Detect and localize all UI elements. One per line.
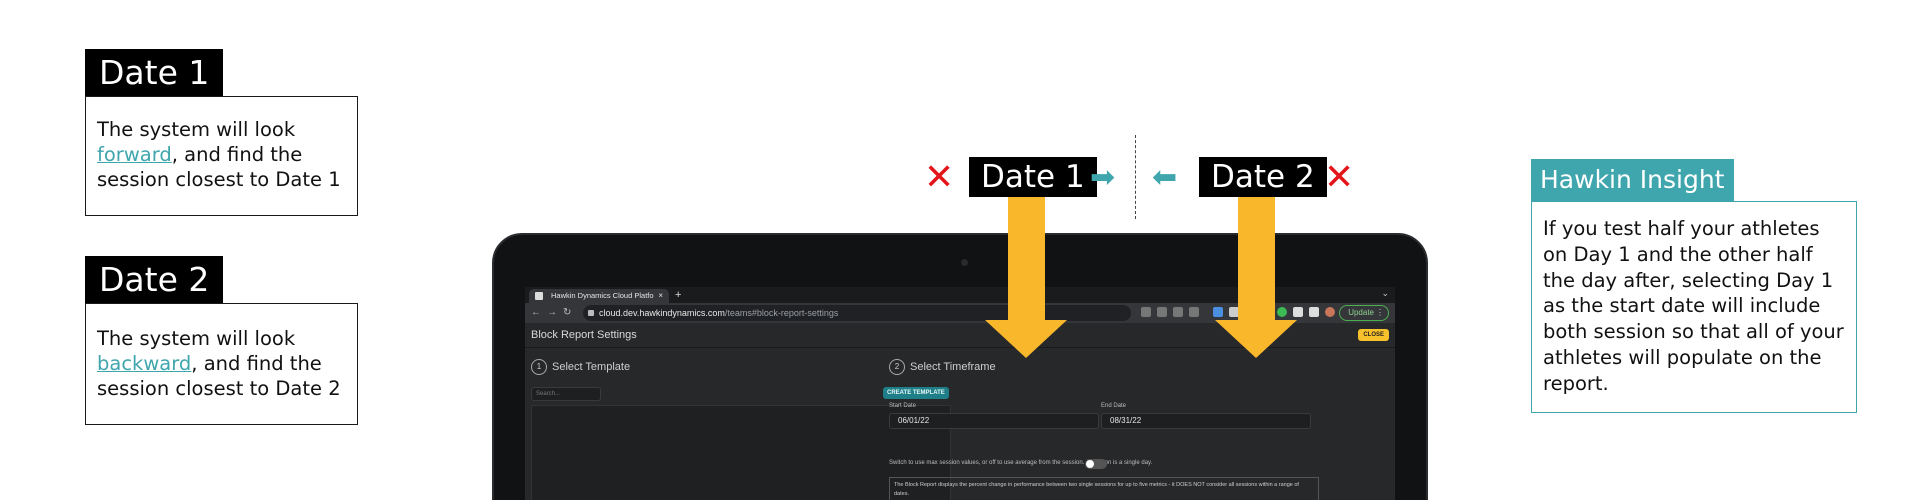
sidebar-icon[interactable] xyxy=(1309,307,1319,317)
max-session-toggle[interactable] xyxy=(1085,459,1107,469)
arrow-right-icon: ➡ xyxy=(1090,161,1116,194)
start-date-label: Start Date xyxy=(889,403,917,409)
step1-number: 1 xyxy=(531,359,547,376)
step-select-timeframe: 2 Select Timeframe xyxy=(889,359,996,376)
chevron-down-icon[interactable]: ⌄ xyxy=(1381,288,1389,299)
profile-avatar[interactable] xyxy=(1325,307,1335,317)
date1-arrow-head xyxy=(985,320,1067,358)
key-icon[interactable] xyxy=(1141,307,1151,317)
back-icon[interactable]: ← xyxy=(531,305,541,321)
close-button[interactable]: CLOSE xyxy=(1358,329,1389,341)
url-host: cloud.dev.hawkindynamics.com xyxy=(599,308,725,318)
backward-link[interactable]: backward xyxy=(97,352,191,375)
webcam-icon xyxy=(961,259,968,266)
search-input[interactable]: Search... xyxy=(531,387,601,401)
forward-link[interactable]: forward xyxy=(97,143,172,166)
date1-arrow-shaft xyxy=(1008,197,1045,322)
arrow-left-icon: ⬅ xyxy=(1152,161,1178,194)
star-icon[interactable] xyxy=(1189,307,1199,317)
page-title: Block Report Settings xyxy=(531,329,637,341)
step-select-template: 1 Select Template xyxy=(531,359,631,376)
timeline-date2-tag: Date 2 xyxy=(1199,157,1327,197)
toggle-knob xyxy=(1086,460,1094,468)
date2-tag: Date 2 xyxy=(85,256,224,303)
timeline-date1-tag: Date 1 xyxy=(969,157,1097,197)
create-template-button[interactable]: CREATE TEMPLATE xyxy=(883,387,949,399)
hawkin-favicon-icon xyxy=(535,292,543,300)
browser-tab[interactable]: Hawkin Dynamics Cloud Platfo × xyxy=(529,289,669,303)
date2-arrow-shaft xyxy=(1238,197,1275,322)
tab-close-icon[interactable]: × xyxy=(658,289,663,303)
end-date-label: End Date xyxy=(1101,403,1127,409)
date2-explanation: The system will look backward, and find … xyxy=(85,303,358,425)
new-tab-icon[interactable]: + xyxy=(675,288,681,302)
timeline-divider xyxy=(1135,135,1136,219)
zoom-icon[interactable] xyxy=(1157,307,1167,317)
start-date-field[interactable]: 06/01/22 xyxy=(889,413,1099,429)
date1-pointer-arrow xyxy=(985,197,1075,358)
date1-tag: Date 1 xyxy=(85,49,224,96)
insight-title: Hawkin Insight xyxy=(1531,159,1734,201)
url-path: /teams#block-report-settings xyxy=(724,308,839,318)
block-report-description: The Block Report displays the percent ch… xyxy=(889,477,1319,500)
step1-label: Select Template xyxy=(552,361,631,373)
switch-description: Switch to use max session values, or off… xyxy=(889,460,1153,466)
date2-arrow-head xyxy=(1215,320,1297,358)
x-mark-icon-left: ✕ xyxy=(924,157,955,198)
step2-label: Select Timeframe xyxy=(910,361,996,373)
insight-body: If you test half your athletes on Day 1 … xyxy=(1531,201,1857,413)
tutorial-slide: Date 1 The system will look forward, and… xyxy=(0,0,1920,500)
template-list-panel xyxy=(531,405,951,500)
update-button[interactable]: Update ⋮ xyxy=(1339,305,1389,321)
date2-pointer-arrow xyxy=(1215,197,1305,358)
date2-text-before: The system will look xyxy=(97,327,296,350)
update-label: Update xyxy=(1348,308,1374,317)
lock-icon xyxy=(588,310,594,316)
share-icon[interactable] xyxy=(1173,307,1183,317)
step2-number: 2 xyxy=(889,359,905,376)
tab-title: Hawkin Dynamics Cloud Platfo xyxy=(551,291,654,300)
date1-explanation: The system will look forward, and find t… xyxy=(85,96,358,216)
menu-dots-icon[interactable]: ⋮ xyxy=(1376,306,1384,320)
forward-icon[interactable]: → xyxy=(547,305,557,321)
date1-text-before: The system will look xyxy=(97,118,296,141)
reload-icon[interactable]: ↻ xyxy=(563,305,571,321)
end-date-field[interactable]: 08/31/22 xyxy=(1101,413,1311,429)
x-mark-icon-right: ✕ xyxy=(1324,157,1355,198)
